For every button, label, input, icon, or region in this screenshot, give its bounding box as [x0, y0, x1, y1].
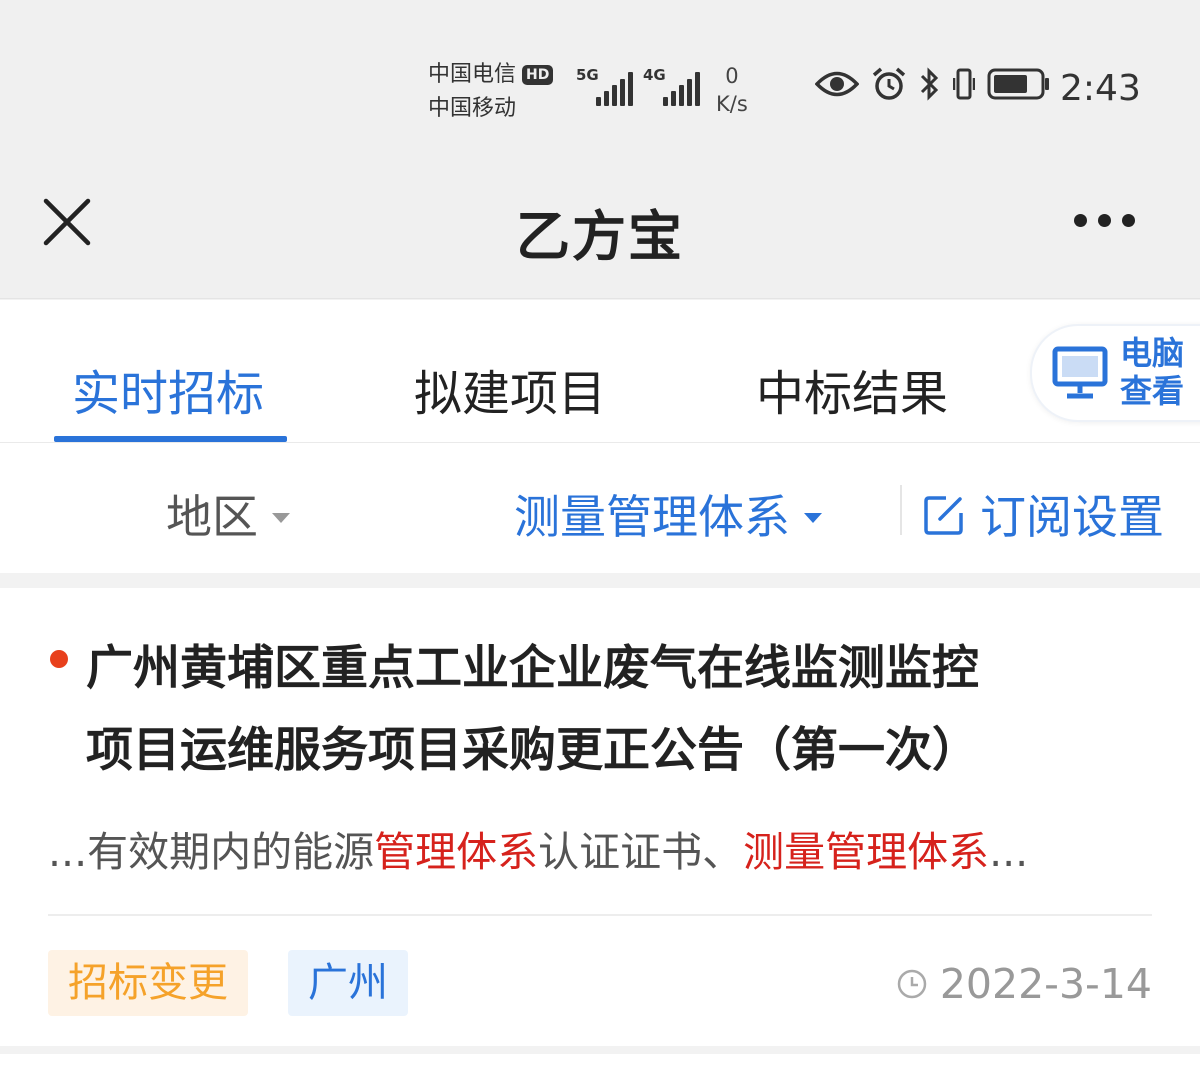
battery-icon — [987, 68, 1049, 100]
active-tab-indicator — [54, 436, 287, 442]
carrier-2: 中国移动 — [428, 96, 517, 121]
alarm-icon — [872, 67, 906, 100]
pc-view-label-1: 电脑 — [1120, 334, 1185, 372]
region-filter[interactable]: 地区 — [166, 481, 290, 547]
page-title: 乙方宝 — [516, 205, 684, 268]
category-filter[interactable]: 测量管理体系 — [514, 481, 822, 547]
pc-view-button[interactable]: 电脑 查看 — [1030, 324, 1200, 422]
clock-icon — [897, 969, 927, 999]
unread-dot — [50, 650, 68, 668]
result-snippet: ...有效期内的能源管理体系认证证书、测量管理体系... — [48, 828, 1029, 876]
clock-time: 2:43 — [1060, 68, 1141, 109]
carrier-1: 中国电信 — [428, 62, 517, 87]
vibrate-icon — [953, 68, 975, 100]
more-icon[interactable] — [1070, 210, 1139, 231]
result-card[interactable]: 广州黄埔区重点工业企业废气在线监测监控 项目运维服务项目采购更正公告（第一次） … — [0, 588, 1200, 1046]
network-speed: 0 K/s — [716, 64, 748, 116]
edit-icon — [924, 496, 963, 535]
divider — [48, 914, 1152, 916]
monitor-icon — [1052, 346, 1108, 399]
caret-down-icon — [804, 513, 822, 523]
result-title[interactable]: 广州黄埔区重点工业企业废气在线监测监控 项目运维服务项目采购更正公告（第一次） — [86, 628, 1166, 792]
divider — [900, 485, 902, 535]
nav-bar: 乙方宝 — [0, 150, 1200, 299]
tag-notice-type: 招标变更 — [48, 950, 248, 1016]
caret-down-icon — [272, 513, 290, 523]
hd-badge: HD — [522, 65, 554, 85]
tab-award-results[interactable]: 中标结果 — [756, 354, 948, 424]
eye-icon — [815, 71, 859, 97]
publish-date: 2022-3-14 — [896, 960, 1152, 1008]
tab-realtime-bidding[interactable]: 实时招标 — [72, 354, 264, 424]
next-card-edge — [0, 1054, 1200, 1079]
filter-bar: 地区 测量管理体系 订阅设置 — [0, 443, 1200, 573]
subscription-settings-button[interactable]: 订阅设置 — [922, 481, 1164, 547]
tag-region: 广州 — [288, 950, 408, 1016]
carrier-info: 中国电信 HD 中国移动 — [428, 58, 554, 126]
status-bar: 中国电信 HD 中国移动 5G 4G 0 K/s 2:43 — [0, 0, 1200, 150]
pc-view-label-2: 查看 — [1120, 372, 1185, 410]
signal-4g-icon: 4G — [643, 66, 703, 106]
tab-proposed-projects[interactable]: 拟建项目 — [414, 354, 606, 424]
tab-bar: 实时招标 拟建项目 中标结果 电脑 查看 — [0, 300, 1200, 443]
signal-5g-icon: 5G — [576, 66, 636, 106]
bluetooth-icon — [920, 67, 939, 101]
